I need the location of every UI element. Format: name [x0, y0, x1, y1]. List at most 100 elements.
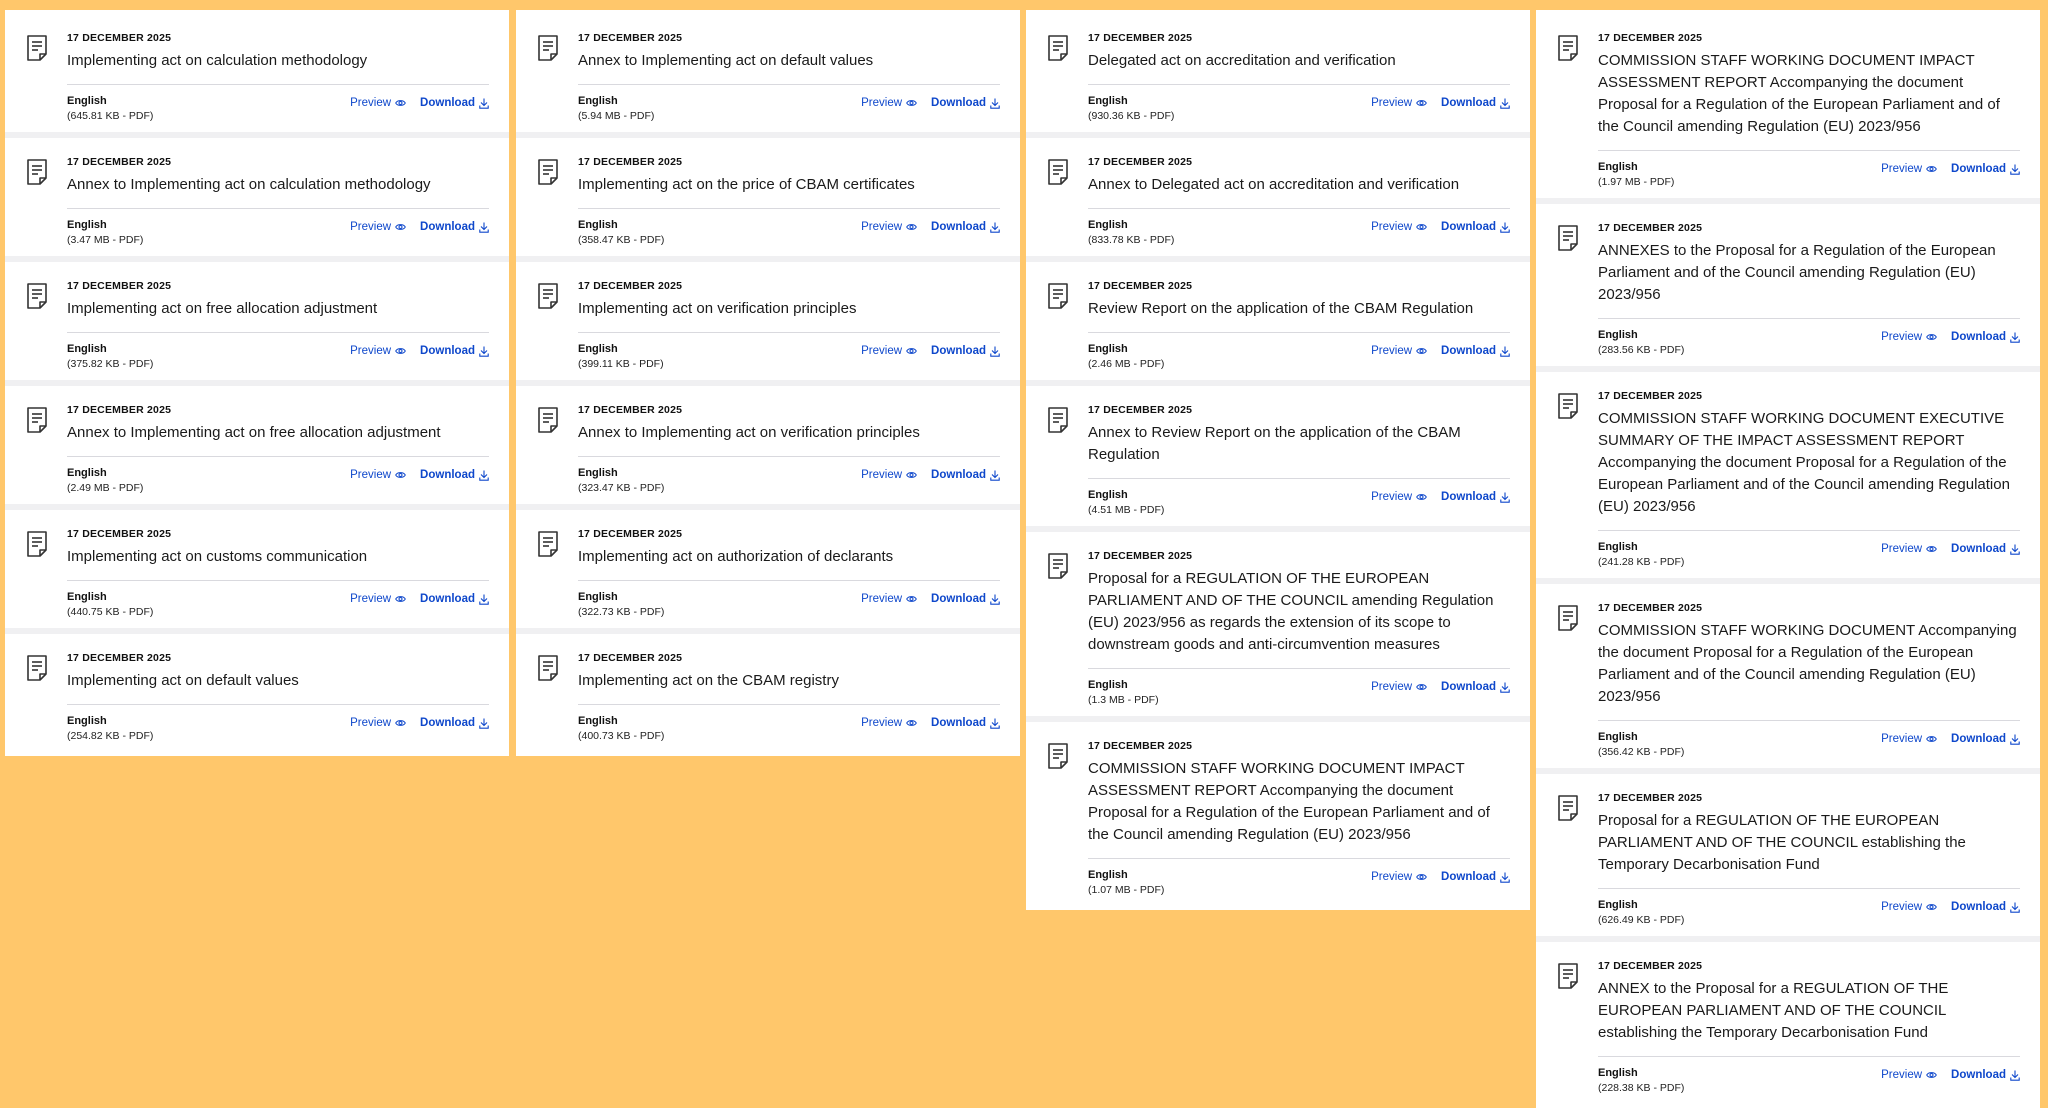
download-link[interactable]: Download [1951, 163, 2020, 175]
download-label: Download [931, 345, 986, 357]
preview-link[interactable]: Preview [1881, 733, 1937, 745]
download-link[interactable]: Download [931, 593, 1000, 605]
download-icon [2010, 544, 2020, 555]
download-link[interactable]: Download [1951, 1069, 2020, 1081]
preview-link[interactable]: Preview [1881, 543, 1937, 555]
download-label: Download [1951, 543, 2006, 555]
download-link[interactable]: Download [420, 469, 489, 481]
document-size: (375.82 KB - PDF) [67, 358, 154, 370]
document-date: 17 DECEMBER 2025 [67, 528, 172, 540]
download-link[interactable]: Download [1951, 733, 2020, 745]
download-link[interactable]: Download [420, 593, 489, 605]
preview-link[interactable]: Preview [350, 221, 406, 233]
document-language: English [1598, 731, 1638, 743]
preview-label: Preview [1881, 331, 1923, 343]
document-card: 17 DECEMBER 2025 ANNEXES to the Proposal… [1536, 204, 2040, 372]
document-card: 17 DECEMBER 2025 Annex to Implementing a… [5, 138, 509, 262]
preview-link[interactable]: Preview [861, 221, 917, 233]
document-card: 17 DECEMBER 2025 Implementing act on the… [516, 634, 1020, 752]
document-title: ANNEXES to the Proposal for a Regulation… [1598, 242, 1996, 303]
document-meta: English (400.73 KB - PDF) Preview Downlo… [578, 704, 1000, 742]
document-language: English [67, 95, 107, 107]
download-link[interactable]: Download [420, 97, 489, 109]
download-link[interactable]: Download [931, 221, 1000, 233]
document-icon [1046, 158, 1070, 186]
document-size: (4.51 MB - PDF) [1088, 504, 1165, 516]
document-meta: English (356.42 KB - PDF) Preview Downlo… [1598, 720, 2020, 758]
preview-link[interactable]: Preview [1371, 491, 1427, 503]
download-link[interactable]: Download [1441, 97, 1510, 109]
document-icon [1556, 794, 1580, 822]
download-link[interactable]: Download [1951, 331, 2020, 343]
preview-link[interactable]: Preview [1371, 345, 1427, 357]
download-link[interactable]: Download [420, 345, 489, 357]
document-date: 17 DECEMBER 2025 [1088, 156, 1193, 168]
preview-link[interactable]: Preview [1371, 871, 1427, 883]
preview-link[interactable]: Preview [861, 593, 917, 605]
download-link[interactable]: Download [1441, 221, 1510, 233]
download-icon [479, 346, 489, 357]
preview-link[interactable]: Preview [350, 717, 406, 729]
download-link[interactable]: Download [931, 469, 1000, 481]
download-link[interactable]: Download [1441, 491, 1510, 503]
download-icon [2010, 1070, 2020, 1081]
download-link[interactable]: Download [1441, 345, 1510, 357]
document-icon [25, 530, 49, 558]
eye-icon [906, 471, 917, 479]
document-icon [536, 530, 560, 558]
document-card: 17 DECEMBER 2025 COMMISSION STAFF WORKIN… [1026, 722, 1530, 906]
document-date: 17 DECEMBER 2025 [1598, 960, 1703, 972]
document-actions: Preview Download [861, 593, 1000, 605]
download-link[interactable]: Download [931, 345, 1000, 357]
preview-link[interactable]: Preview [1881, 163, 1937, 175]
download-link[interactable]: Download [1441, 871, 1510, 883]
preview-label: Preview [350, 221, 392, 233]
preview-link[interactable]: Preview [350, 469, 406, 481]
eye-icon [395, 99, 406, 107]
download-icon [479, 98, 489, 109]
preview-label: Preview [861, 221, 903, 233]
download-icon [990, 718, 1000, 729]
document-actions: Preview Download [1371, 491, 1510, 503]
preview-link[interactable]: Preview [1881, 1069, 1937, 1081]
document-title: Implementing act on customs communicatio… [67, 548, 368, 565]
download-link[interactable]: Download [1951, 543, 2020, 555]
preview-link[interactable]: Preview [1371, 97, 1427, 109]
download-link[interactable]: Download [931, 717, 1000, 729]
preview-link[interactable]: Preview [1881, 331, 1937, 343]
document-size: (2.46 MB - PDF) [1088, 358, 1165, 370]
download-link[interactable]: Download [1441, 681, 1510, 693]
preview-link[interactable]: Preview [861, 717, 917, 729]
document-title: COMMISSION STAFF WORKING DOCUMENT IMPACT… [1598, 52, 2000, 135]
download-icon [2010, 332, 2020, 343]
preview-link[interactable]: Preview [350, 97, 406, 109]
preview-label: Preview [861, 97, 903, 109]
document-meta: English (440.75 KB - PDF) Preview Downlo… [67, 580, 489, 618]
preview-link[interactable]: Preview [1881, 901, 1937, 913]
preview-link[interactable]: Preview [1371, 221, 1427, 233]
download-icon [1500, 492, 1510, 503]
document-column-3: 17 DECEMBER 2025 Delegated act on accred… [1026, 10, 1530, 910]
document-icon [1556, 34, 1580, 62]
preview-link[interactable]: Preview [861, 345, 917, 357]
preview-link[interactable]: Preview [350, 593, 406, 605]
preview-link[interactable]: Preview [1371, 681, 1427, 693]
eye-icon [1416, 223, 1427, 231]
preview-link[interactable]: Preview [350, 345, 406, 357]
preview-label: Preview [1371, 97, 1413, 109]
download-link[interactable]: Download [931, 97, 1000, 109]
download-link[interactable]: Download [420, 221, 489, 233]
download-label: Download [1951, 331, 2006, 343]
preview-link[interactable]: Preview [861, 97, 917, 109]
document-actions: Preview Download [350, 469, 489, 481]
document-meta: English (1.07 MB - PDF) Preview Download [1088, 858, 1510, 896]
download-label: Download [1441, 97, 1496, 109]
document-title: Implementing act on calculation methodol… [67, 52, 368, 69]
download-link[interactable]: Download [420, 717, 489, 729]
download-label: Download [931, 221, 986, 233]
preview-link[interactable]: Preview [861, 469, 917, 481]
document-actions: Preview Download [350, 345, 489, 357]
download-link[interactable]: Download [1951, 901, 2020, 913]
document-icon [25, 406, 49, 434]
preview-label: Preview [350, 97, 392, 109]
